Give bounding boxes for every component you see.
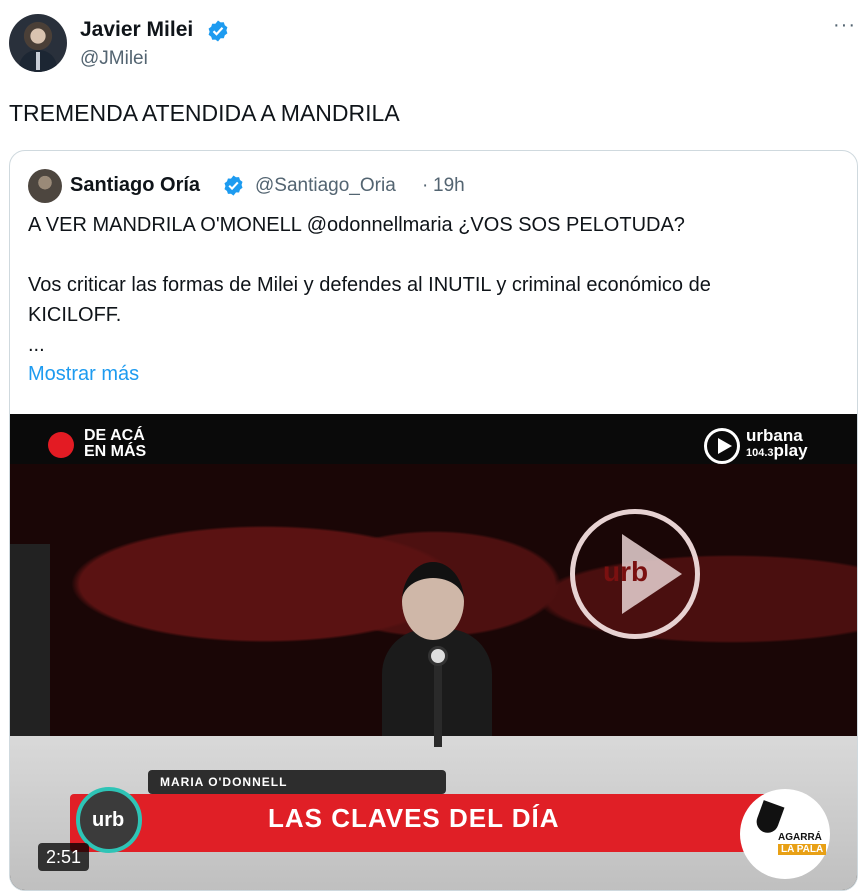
quoted-author-name[interactable]: Santiago Oría — [70, 174, 200, 197]
quoted-text-line: Vos criticar las formas de Milei y defen… — [28, 274, 711, 296]
studio-guitar — [10, 544, 50, 744]
author-avatar[interactable] — [9, 14, 67, 72]
quoted-author-handle[interactable]: @Santiago_Oria — [255, 175, 396, 197]
brand-play-icon — [718, 438, 732, 454]
quoted-timestamp[interactable]: 19h — [433, 175, 465, 197]
quoted-text-ellipsis: ... — [28, 334, 45, 356]
studio-logo-text: urb — [603, 556, 649, 587]
verified-badge-icon — [208, 20, 228, 42]
badge-line1: AGARRÁ — [778, 832, 822, 843]
agarra-la-pala-badge: AGARRÁ LA PALA — [740, 789, 830, 879]
tweet-header: Javier Milei @JMilei ··· — [0, 0, 868, 90]
quoted-text-line: A VER MANDRILA O'MONELL @odonnellmaria ¿… — [28, 214, 685, 236]
microphone-stand — [434, 659, 442, 747]
avatar-tie — [36, 52, 40, 70]
microphone-icon — [428, 646, 448, 666]
more-options-icon[interactable]: ··· — [833, 14, 856, 37]
presenter-head — [402, 562, 464, 640]
video-duration: 2:51 — [38, 843, 90, 871]
urbana-brand: urbana 104.3play — [746, 427, 836, 461]
lower-third-text: LAS CLAVES DEL DÍA — [268, 803, 560, 833]
time-separator: · — [422, 175, 429, 196]
brand-frequency: 104.3 — [746, 447, 774, 459]
show-title: DE ACÁ EN MÁS — [84, 427, 147, 460]
author-handle[interactable]: @JMilei — [80, 48, 148, 70]
quoted-text-line: KICILOFF. — [28, 304, 122, 326]
urbana-logo-icon — [704, 428, 740, 464]
urb-circle-text: urb — [92, 809, 125, 831]
studio-urb-logo: urb — [570, 509, 700, 639]
quoted-verified-badge-icon — [224, 175, 243, 196]
shovel-icon — [753, 800, 785, 836]
author-name[interactable]: Javier Milei — [80, 18, 193, 42]
show-more-link[interactable]: Mostrar más — [28, 363, 139, 386]
badge-line2: LA PALA — [778, 844, 827, 855]
quoted-tweet[interactable]: Santiago Oría @Santiago_Oria · 19h A VER… — [9, 150, 858, 891]
tweet-text: TREMENDA ATENDIDA A MANDRILA — [9, 100, 400, 126]
quoted-author-avatar[interactable] — [28, 169, 62, 203]
presenter-name-tag: MARIA O'DONNELL — [148, 770, 446, 794]
brand-play: play — [773, 441, 808, 460]
live-dot-icon — [48, 432, 74, 458]
video-player[interactable]: urb DE ACÁ EN MÁS urbana 104.3play MARIA… — [10, 414, 857, 890]
